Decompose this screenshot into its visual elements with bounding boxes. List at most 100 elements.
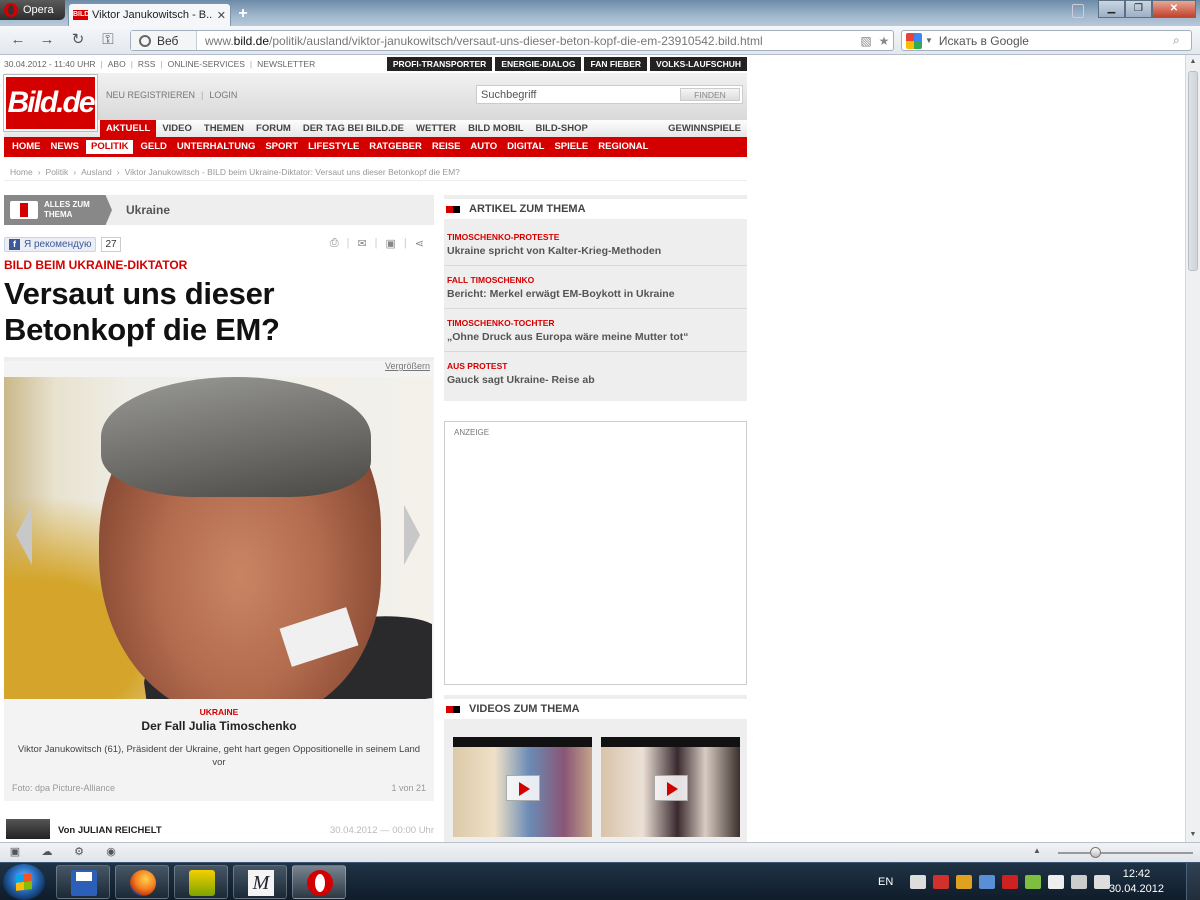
tray-mouse-icon[interactable] bbox=[910, 875, 927, 889]
scrollbar-thumb[interactable] bbox=[1188, 71, 1198, 271]
address-bar[interactable]: Веб www.bild.de/politik/ausland/viktor-j… bbox=[130, 30, 894, 51]
gallery-next-arrow-icon[interactable] bbox=[404, 505, 420, 565]
list-item[interactable]: AUS PROTEST Gauck sagt Ukraine- Reise ab bbox=[444, 352, 747, 395]
promo-fan-fieber[interactable]: FAN FIEBER bbox=[584, 57, 647, 71]
breadcrumb-home[interactable]: Home bbox=[10, 167, 33, 177]
tab-close-icon[interactable]: ✕ bbox=[217, 9, 226, 22]
link-online-services[interactable]: ONLINE-SERVICES bbox=[168, 59, 245, 69]
new-tab-button[interactable]: + bbox=[234, 6, 252, 22]
gallery-prev-arrow-icon[interactable] bbox=[16, 505, 32, 565]
related-title[interactable]: Gauck sagt Ukraine- Reise ab bbox=[447, 374, 744, 386]
trash-icon[interactable] bbox=[1072, 4, 1084, 18]
video-thumbnail[interactable] bbox=[601, 737, 740, 837]
section-regional[interactable]: REGIONAL bbox=[593, 140, 653, 154]
nav-video[interactable]: VIDEO bbox=[156, 120, 198, 137]
section-auto[interactable]: AUTO bbox=[465, 140, 502, 154]
related-title[interactable]: Bericht: Merkel erwägt EM-Boykott in Ukr… bbox=[447, 288, 744, 300]
back-button[interactable]: ← bbox=[8, 31, 28, 49]
tab-active[interactable]: BILD Viktor Janukowitsch - B... ✕ bbox=[68, 3, 231, 26]
facebook-like-button[interactable]: f Я рекомендую bbox=[4, 236, 97, 252]
taskbar-app-game[interactable] bbox=[174, 865, 228, 899]
promo-volks-laufschuh[interactable]: VOLKS-LAUFSCHUH bbox=[650, 57, 747, 71]
link-abo[interactable]: ABO bbox=[108, 59, 126, 69]
site-search-input[interactable]: Suchbegriff bbox=[477, 86, 678, 103]
url-text[interactable]: www.bild.de/politik/ausland/viktor-januk… bbox=[197, 34, 857, 48]
zoom-slider[interactable] bbox=[1058, 847, 1193, 858]
web-badge[interactable]: Веб bbox=[131, 31, 197, 50]
zoom-menu-icon[interactable]: ▲ bbox=[1033, 846, 1041, 855]
nav-themen[interactable]: THEMEN bbox=[198, 120, 250, 137]
show-desktop-button[interactable] bbox=[1186, 863, 1200, 900]
search-engine-box[interactable]: ▼ Искать в Google ⌕ bbox=[901, 30, 1192, 51]
breadcrumb-politik[interactable]: Politik bbox=[46, 167, 69, 177]
bookmark-star-icon[interactable]: ★ bbox=[875, 34, 893, 48]
list-item[interactable]: TIMOSCHENKO-TOCHTER „Ohne Druck aus Euro… bbox=[444, 309, 747, 352]
list-item[interactable]: TIMOSCHENKO-PROTESTE Ukraine spricht von… bbox=[444, 223, 747, 266]
nav-gewinnspiele[interactable]: GEWINNSPIELE bbox=[668, 120, 741, 137]
nav-aktuell[interactable]: AKTUELL bbox=[100, 120, 157, 137]
video-thumbnail[interactable] bbox=[453, 737, 592, 837]
share-icon[interactable]: ⋖ bbox=[415, 237, 424, 250]
display-icon[interactable] bbox=[1071, 875, 1088, 889]
search-engine-input[interactable]: Искать в Google bbox=[939, 34, 1173, 48]
link-newsletter[interactable]: NEWSLETTER bbox=[257, 59, 315, 69]
gallery-photo[interactable] bbox=[4, 377, 432, 699]
list-item[interactable]: FALL TIMOSCHENKO Bericht: Merkel erwägt … bbox=[444, 266, 747, 309]
section-lifestyle[interactable]: LIFESTYLE bbox=[303, 140, 364, 154]
breadcrumb-ausland[interactable]: Ausland bbox=[81, 167, 112, 177]
reload-button[interactable]: ↻ bbox=[68, 31, 88, 49]
tray-antivirus-icon[interactable] bbox=[933, 875, 950, 889]
taskbar-app-firefox[interactable] bbox=[115, 865, 169, 899]
vertical-scrollbar[interactable]: ▲ ▼ bbox=[1185, 55, 1200, 842]
rss-feed-icon[interactable]: ▧ bbox=[857, 34, 875, 48]
print-icon[interactable]: ⎙ bbox=[330, 237, 339, 250]
login-link[interactable]: LOGIN bbox=[209, 90, 237, 100]
tray-app-icon[interactable] bbox=[956, 875, 973, 889]
unite-cloud-icon[interactable]: ☁ bbox=[40, 846, 54, 859]
play-icon[interactable] bbox=[506, 775, 540, 801]
tray-green-icon[interactable] bbox=[1025, 875, 1042, 889]
bookmark-icon[interactable]: ▣ bbox=[386, 237, 396, 250]
section-reise[interactable]: REISE bbox=[427, 140, 466, 154]
taskbar-app-math[interactable]: M bbox=[233, 865, 287, 899]
zoom-slider-knob[interactable] bbox=[1090, 847, 1101, 858]
section-digital[interactable]: DIGITAL bbox=[502, 140, 549, 154]
search-icon[interactable]: ⌕ bbox=[1173, 33, 1191, 48]
bild-logo[interactable]: Bild .de bbox=[3, 74, 98, 132]
view-icon[interactable]: ◉ bbox=[104, 846, 118, 859]
nav-der-tag[interactable]: DER TAG BEI BILD.DE bbox=[297, 120, 410, 137]
maximize-button[interactable]: ❐ bbox=[1125, 0, 1152, 18]
chevron-down-icon[interactable]: ▼ bbox=[925, 36, 933, 45]
section-geld[interactable]: GELD bbox=[135, 140, 171, 154]
section-unterhaltung[interactable]: UNTERHALTUNG bbox=[172, 140, 260, 154]
related-title[interactable]: Ukraine spricht von Kalter-Krieg-Methode… bbox=[447, 245, 744, 257]
scroll-down-icon[interactable]: ▼ bbox=[1186, 828, 1200, 842]
enlarge-link[interactable]: Vergrößern bbox=[385, 361, 430, 371]
section-ratgeber[interactable]: RATGEBER bbox=[364, 140, 427, 154]
nav-wetter[interactable]: WETTER bbox=[410, 120, 462, 137]
author-name[interactable]: Von JULIAN REICHELT bbox=[58, 825, 162, 836]
link-rss[interactable]: RSS bbox=[138, 59, 155, 69]
minimize-button[interactable]: ▁ bbox=[1098, 0, 1125, 18]
promo-profi-transporter[interactable]: PROFI-TRANSPORTER bbox=[386, 57, 493, 71]
nav-bild-mobil[interactable]: BILD MOBIL bbox=[462, 120, 529, 137]
google-logo-icon[interactable] bbox=[906, 32, 922, 49]
nav-forum[interactable]: FORUM bbox=[250, 120, 297, 137]
action-center-flag-icon[interactable] bbox=[1048, 875, 1065, 889]
section-politik[interactable]: POLITIK bbox=[86, 140, 134, 154]
nav-bild-shop[interactable]: BILD-SHOP bbox=[530, 120, 594, 137]
email-icon[interactable]: ✉ bbox=[357, 237, 366, 250]
language-indicator[interactable]: EN bbox=[878, 876, 893, 888]
tray-red-icon[interactable] bbox=[1002, 875, 1019, 889]
turbo-icon[interactable]: ⚙ bbox=[72, 846, 86, 859]
play-icon[interactable] bbox=[654, 775, 688, 801]
promo-energie-dialog[interactable]: ENERGIE-DIALOG bbox=[495, 57, 582, 71]
section-spiele[interactable]: SPIELE bbox=[549, 140, 593, 154]
alles-zum-thema-button[interactable]: ALLES ZUM THEMA bbox=[4, 195, 112, 225]
section-home[interactable]: HOME bbox=[7, 140, 46, 154]
section-news[interactable]: NEWS bbox=[46, 140, 85, 154]
start-button[interactable] bbox=[3, 864, 45, 900]
topic-label[interactable]: Ukraine bbox=[112, 203, 170, 217]
tray-network-icon[interactable] bbox=[979, 875, 996, 889]
forward-button[interactable]: → bbox=[37, 31, 57, 49]
